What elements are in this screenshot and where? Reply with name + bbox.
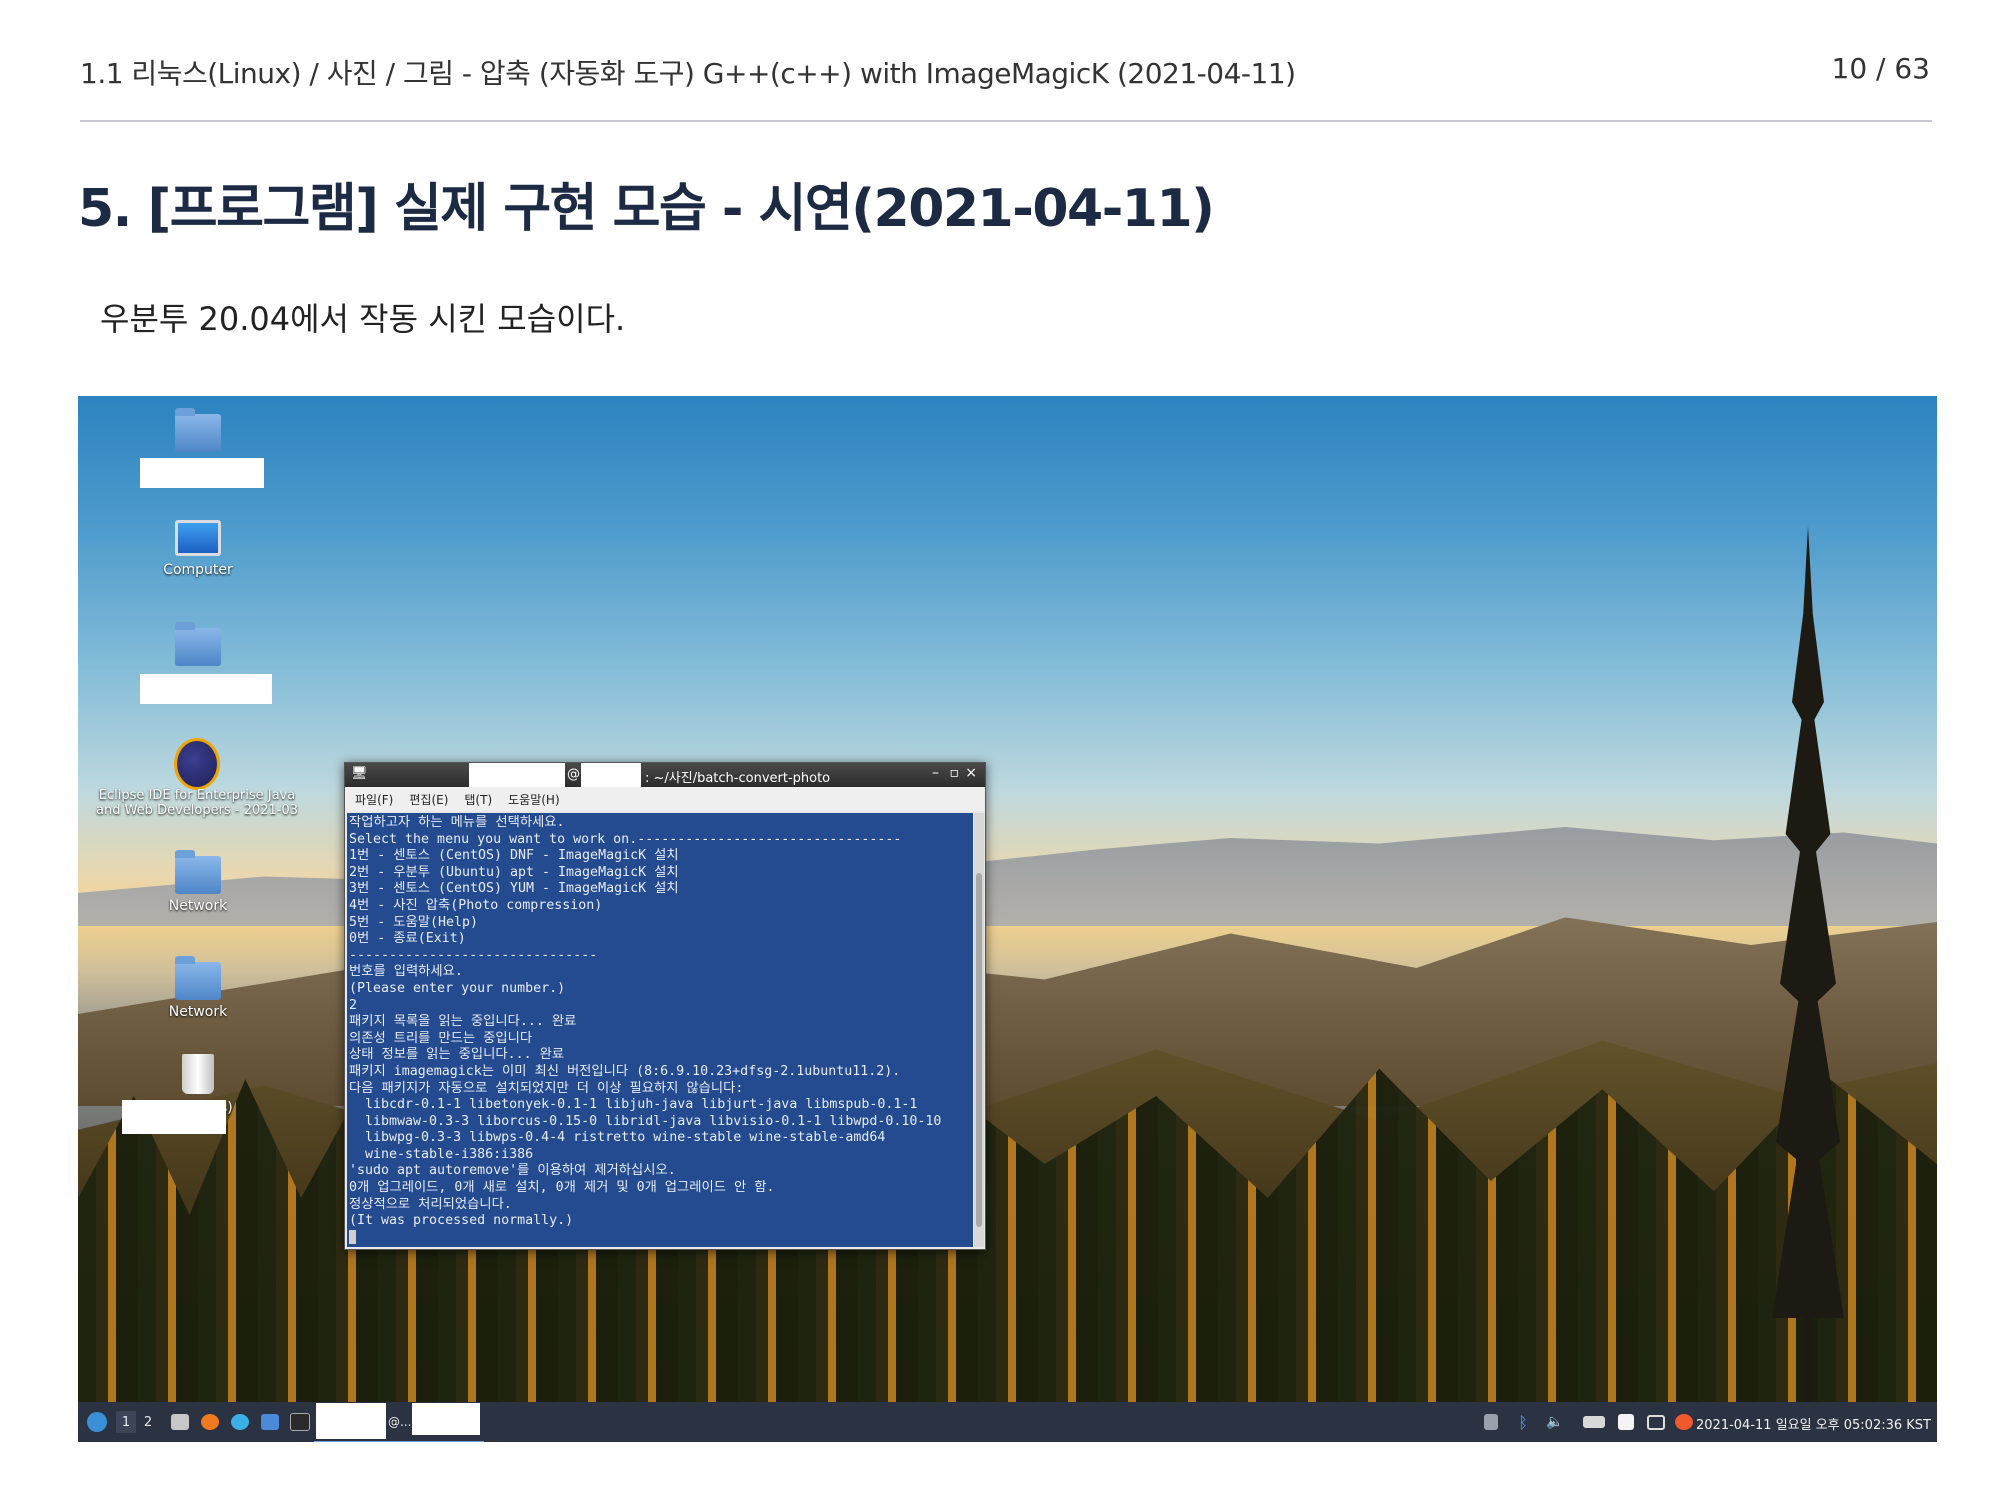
terminal-line: libcdr-0.1-1 libetonyek-0.1-1 libjuh-jav…: [349, 1097, 918, 1113]
bluetooth-icon[interactable]: ᛒ: [1513, 1411, 1533, 1433]
terminal-line: 5번 - 도움말(Help): [349, 914, 478, 930]
terminal-line: 0번 - 종료(Exit): [349, 931, 466, 947]
desktop-icon-network-2[interactable]: Network: [118, 956, 278, 1020]
workspace-1[interactable]: 1: [116, 1411, 136, 1433]
eclipse-label: Eclipse IDE for Enterprise Java and Web …: [96, 788, 298, 818]
start-menu-icon[interactable]: [84, 1411, 110, 1433]
task-label: @...: [388, 1415, 412, 1429]
menu-tab[interactable]: 탭(T): [464, 791, 492, 808]
terminal-line: 다음 패키지가 자동으로 설치되었지만 더 이상 필요하지 않습니다:: [349, 1080, 744, 1096]
terminal-line: 2: [349, 997, 358, 1013]
terminal-line: 'sudo apt autoremove'를 이용하여 제거하십시오.: [349, 1163, 676, 1179]
network-folder-icon: [175, 850, 221, 894]
desktop-icon-home[interactable]: [118, 622, 278, 670]
folder-icon: [175, 408, 221, 452]
desktop-icon-network-1[interactable]: Network: [118, 850, 278, 914]
network-label-1: Network: [168, 898, 228, 914]
terminal-line: (Please enter your number.): [349, 980, 566, 996]
taskbar: 1 2 @... ᛒ 🔈 2021-04-11 일요일 오후 05:02:36 …: [78, 1402, 1937, 1442]
eclipse-icon: [174, 738, 220, 790]
taskbar-clock[interactable]: 2021-04-11 일요일 오후 05:02:36 KST: [1696, 1414, 1931, 1433]
terminal-line: 패키지 imagemagick는 이미 최신 버전입니다 (8:6.9.10.2…: [349, 1063, 901, 1079]
keyboard-icon[interactable]: [1581, 1411, 1607, 1433]
close-icon[interactable]: ×: [965, 765, 977, 781]
terminal-line: 1번 - 센토스 (CentOS) DNF - ImageMagicK 설치: [349, 848, 679, 864]
display-icon[interactable]: [1645, 1411, 1667, 1433]
section-subtitle: 우분투 20.04에서 작동 시킨 모습이다.: [100, 300, 626, 338]
desktop-icon-eclipse[interactable]: Eclipse IDE for Enterprise Java and Web …: [92, 738, 302, 818]
terminal-line: 작업하고자 하는 메뉴를 선택하세요.: [349, 815, 565, 830]
terminal-line: 4번 - 사진 압축(Photo compression): [349, 897, 603, 913]
terminal-icon[interactable]: [288, 1411, 312, 1433]
terminal-menubar: 파일(F) 편집(E) 탭(T) 도움말(H): [345, 787, 985, 811]
folder-icon[interactable]: [258, 1411, 282, 1433]
clipboard-icon[interactable]: [1615, 1411, 1637, 1433]
terminal-cursor: [349, 1229, 356, 1244]
terminal-line: libwpg-0.3-3 libwps-0.4-4 ristretto wine…: [349, 1130, 886, 1146]
terminal-app-icon: 🖥: [351, 766, 368, 781]
network-folder-icon: [175, 956, 221, 1000]
computer-label: Computer: [163, 562, 233, 578]
terminal-line: wine-stable-i386:i386: [349, 1146, 534, 1162]
computer-icon: [175, 520, 221, 556]
terminal-scrollbar[interactable]: [974, 813, 984, 1247]
redaction-box: [316, 1403, 386, 1439]
home-folder-icon: [175, 622, 221, 666]
menu-edit[interactable]: 편집(E): [409, 791, 448, 808]
terminal-title-path: : ~/사진/batch-convert-photo: [645, 771, 831, 786]
header-divider: [80, 120, 1932, 122]
minimize-icon[interactable]: –: [932, 765, 939, 781]
trash-icon: [182, 1054, 214, 1094]
desktop-icon-folder[interactable]: [118, 408, 278, 456]
redaction-box: [122, 1100, 226, 1134]
redaction-box: [412, 1403, 480, 1435]
desktop-icon-computer[interactable]: Computer: [118, 520, 278, 578]
terminal-line: (It was processed normally.): [349, 1213, 574, 1229]
workspace-2[interactable]: 2: [138, 1411, 158, 1433]
firefox-icon[interactable]: [198, 1411, 222, 1433]
terminal-line: 의존성 트리를 만드는 중입니다: [349, 1030, 533, 1046]
terminal-line: Select the menu you want to work on.----…: [349, 831, 902, 847]
desktop-icon-trash[interactable]: s): [118, 1054, 278, 1116]
section-title: 5. [프로그램] 실제 구현 모습 - 시연(2021-04-11): [78, 179, 1215, 239]
terminal-line: 0개 업그레이드, 0개 새로 설치, 0개 제거 및 0개 업그레이드 안 함…: [349, 1180, 775, 1196]
redaction-box: [140, 458, 264, 488]
volume-icon[interactable]: 🔈: [1545, 1411, 1565, 1433]
update-icon[interactable]: [1673, 1411, 1695, 1433]
network-label-2: Network: [168, 1004, 228, 1020]
terminal-title-at: @: [567, 767, 580, 782]
document-header-title: 1.1 리눅스(Linux) / 사진 / 그림 - 압축 (자동화 도구) G…: [80, 57, 1296, 90]
terminal-line: -------------------------------: [349, 947, 598, 963]
terminal-window[interactable]: 🖥 @ : ~/사진/batch-convert-photo – ▫ × 파일(…: [344, 762, 986, 1250]
terminal-line: 번호를 입력하세요.: [349, 964, 463, 980]
redaction-box: [581, 763, 641, 787]
scrollbar-thumb[interactable]: [976, 873, 982, 1227]
terminal-line: 2번 - 우분투 (Ubuntu) apt - ImageMagicK 설치: [349, 864, 679, 880]
maximize-icon[interactable]: ▫: [950, 765, 960, 781]
page-number: 10 / 63: [1831, 52, 1931, 85]
app-icon[interactable]: [228, 1411, 252, 1433]
terminal-titlebar[interactable]: 🖥 @ : ~/사진/batch-convert-photo – ▫ ×: [345, 763, 985, 787]
desktop-screenshot: Computer Eclipse IDE for Enterprise Java…: [78, 396, 1937, 1442]
terminal-line: 3번 - 센토스 (CentOS) YUM - ImageMagicK 설치: [349, 881, 679, 897]
menu-file[interactable]: 파일(F): [355, 791, 393, 808]
tray-doc-icon[interactable]: [1481, 1411, 1501, 1433]
terminal-line: libmwaw-0.3-3 liborcus-0.15-0 libridl-ja…: [349, 1113, 942, 1129]
taskbar-terminal-task[interactable]: @...: [314, 1403, 484, 1442]
terminal-output[interactable]: 작업하고자 하는 메뉴를 선택하세요. Select the menu you w…: [347, 813, 973, 1247]
menu-help[interactable]: 도움말(H): [508, 791, 560, 808]
redaction-box: [140, 674, 272, 704]
redaction-box: [469, 763, 565, 787]
file-manager-icon[interactable]: [168, 1411, 192, 1433]
terminal-line: 상태 정보를 읽는 중입니다... 완료: [349, 1047, 565, 1063]
terminal-line: 패키지 목록을 읽는 중입니다... 완료: [349, 1014, 577, 1030]
terminal-line: 정상적으로 처리되었습니다.: [349, 1196, 512, 1212]
